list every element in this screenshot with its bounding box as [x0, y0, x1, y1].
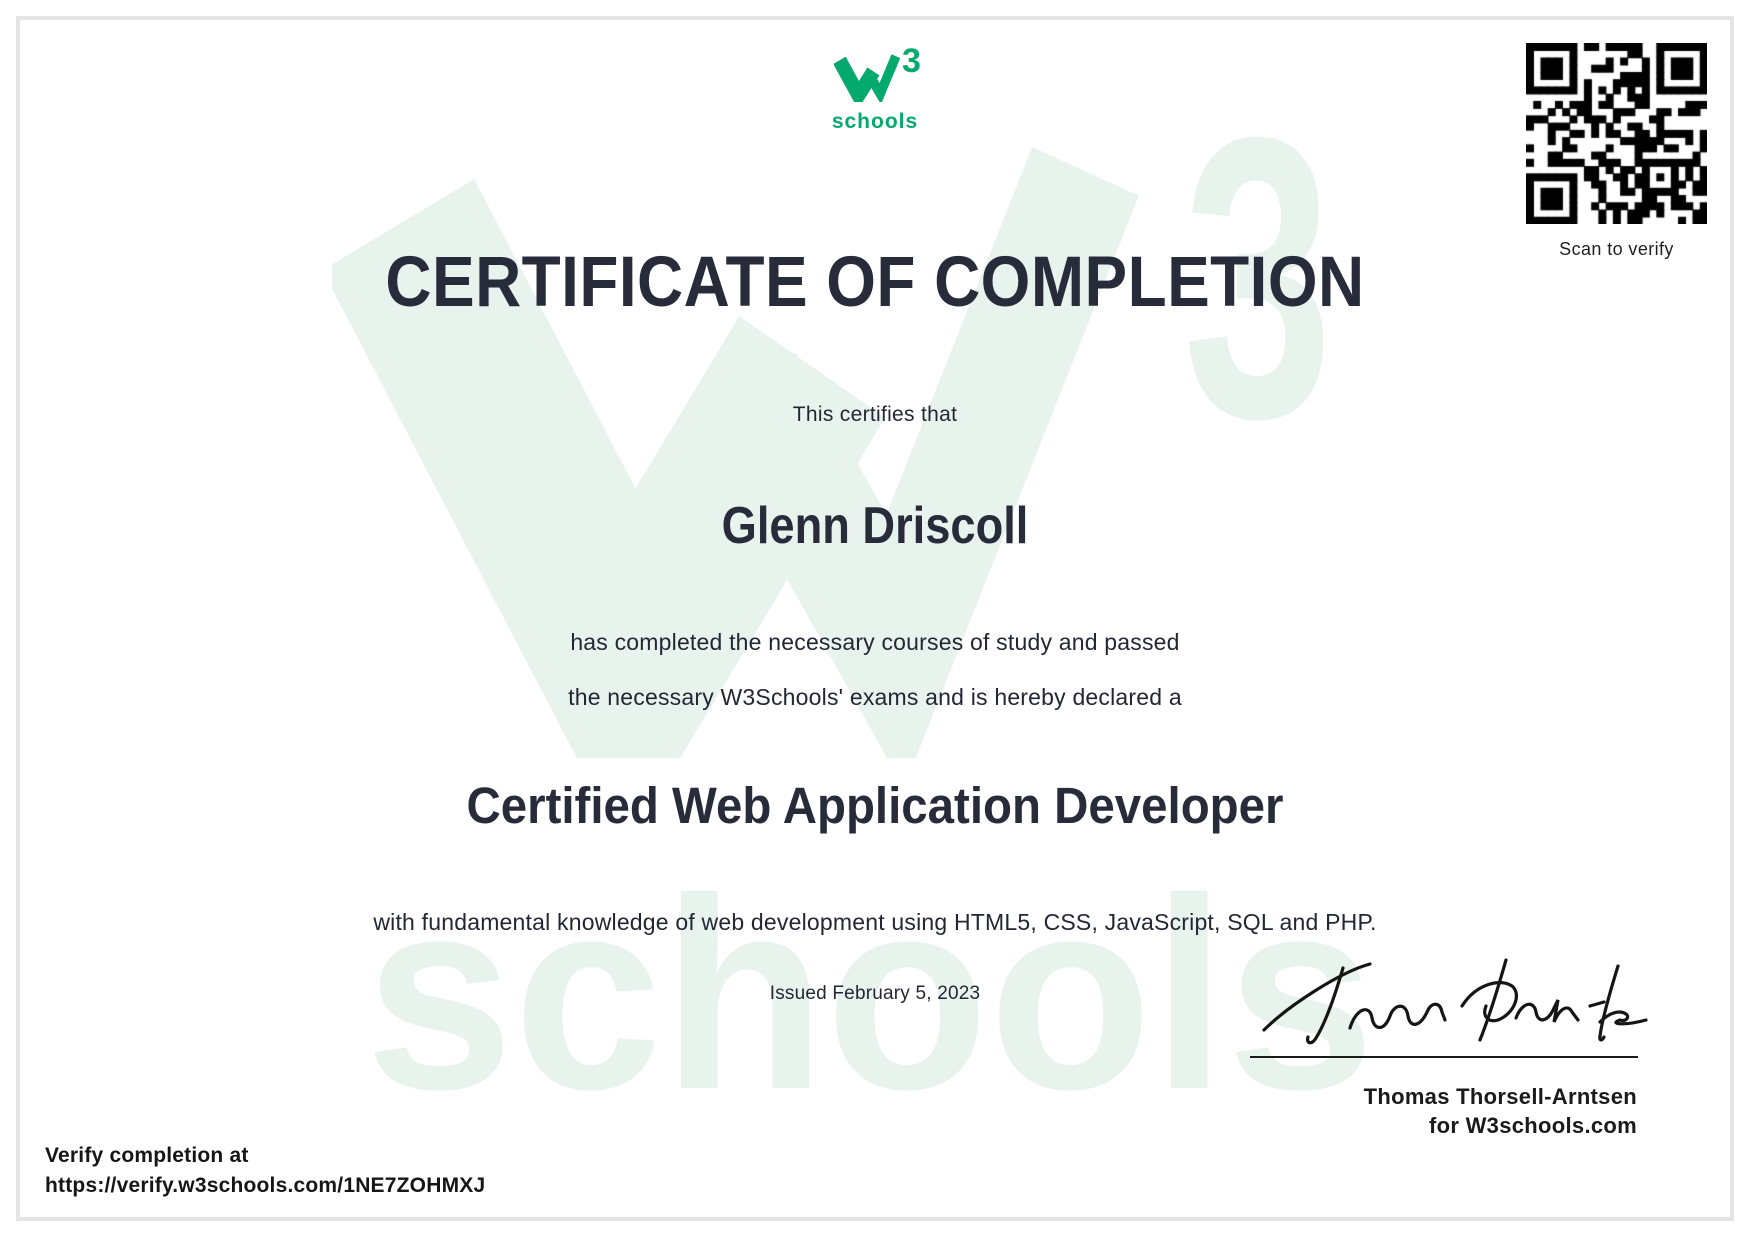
- body-line-1: has completed the necessary courses of s…: [570, 629, 1180, 655]
- logo-superscript-3: 3: [902, 42, 921, 80]
- knowledge-line: with fundamental knowledge of web develo…: [373, 909, 1377, 935]
- signer-name: Thomas Thorsell-Arntsen: [1363, 1084, 1637, 1109]
- w3schools-logo: 3 schools: [790, 44, 960, 134]
- signer-org: for W3schools.com: [1428, 1113, 1637, 1138]
- svg-text:schools: schools: [365, 845, 1375, 1115]
- certifies-line: This certifies that: [792, 403, 958, 426]
- credential-title: Certified Web Application Developer: [466, 777, 1284, 834]
- verify-label: Verify completion at: [45, 1144, 249, 1167]
- qr-verify-area: Scan to verify: [1526, 43, 1707, 260]
- watermark-w-mark: [332, 146, 1139, 758]
- verify-block: Verify completion at https://verify.w3sc…: [45, 1141, 485, 1201]
- certificate-title: CERTIFICATE OF COMPLETION: [385, 243, 1365, 322]
- logo-schools-label: schools: [831, 110, 919, 133]
- watermark-schools-word: schools: [365, 845, 1375, 1115]
- signature-line: [1250, 1056, 1638, 1058]
- verify-url: https://verify.w3schools.com/1NE7ZOHMXJ: [45, 1174, 486, 1197]
- w3schools-w-icon: [834, 54, 901, 102]
- qr-code-image: [1526, 43, 1707, 224]
- body-line-2: the necessary W3Schools' exams and is he…: [568, 684, 1182, 710]
- handwritten-signature: [1262, 958, 1648, 1045]
- certificate-page: 3 schools 3 schools Scan to verify CERTI…: [0, 0, 1750, 1237]
- recipient-name: Glenn Driscoll: [721, 497, 1029, 555]
- signature-block: Thomas Thorsell-Arntsen for W3schools.co…: [1364, 1082, 1637, 1140]
